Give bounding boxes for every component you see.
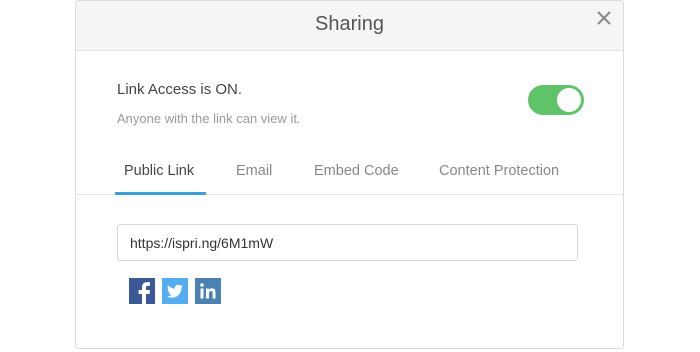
tab-embed-code[interactable]: Embed Code [314, 163, 399, 179]
public-link-field[interactable] [117, 224, 578, 261]
close-icon [597, 11, 611, 25]
twitter-icon [162, 278, 188, 304]
toggle-knob [557, 88, 581, 112]
link-access-status: Link Access is ON. [117, 81, 243, 98]
link-access-toggle[interactable] [528, 85, 584, 115]
share-linkedin-button[interactable] [195, 278, 221, 304]
close-button[interactable] [595, 9, 613, 27]
sharing-dialog: Sharing Link Access is ON. Anyone with t… [75, 0, 624, 349]
share-twitter-button[interactable] [162, 278, 188, 304]
share-facebook-button[interactable] [129, 278, 155, 304]
dialog-title: Sharing [315, 13, 384, 35]
share-tabs: Public Link Email Embed Code Content Pro… [76, 151, 623, 195]
link-access-description: Anyone with the link can view it. [117, 111, 301, 126]
tab-public-link[interactable]: Public Link [124, 163, 194, 179]
linkedin-icon [195, 278, 221, 304]
tab-email[interactable]: Email [236, 163, 272, 179]
facebook-icon [129, 278, 155, 304]
dialog-header: Sharing [76, 1, 623, 51]
tab-content-protection[interactable]: Content Protection [439, 163, 559, 179]
active-tab-indicator [115, 192, 206, 195]
